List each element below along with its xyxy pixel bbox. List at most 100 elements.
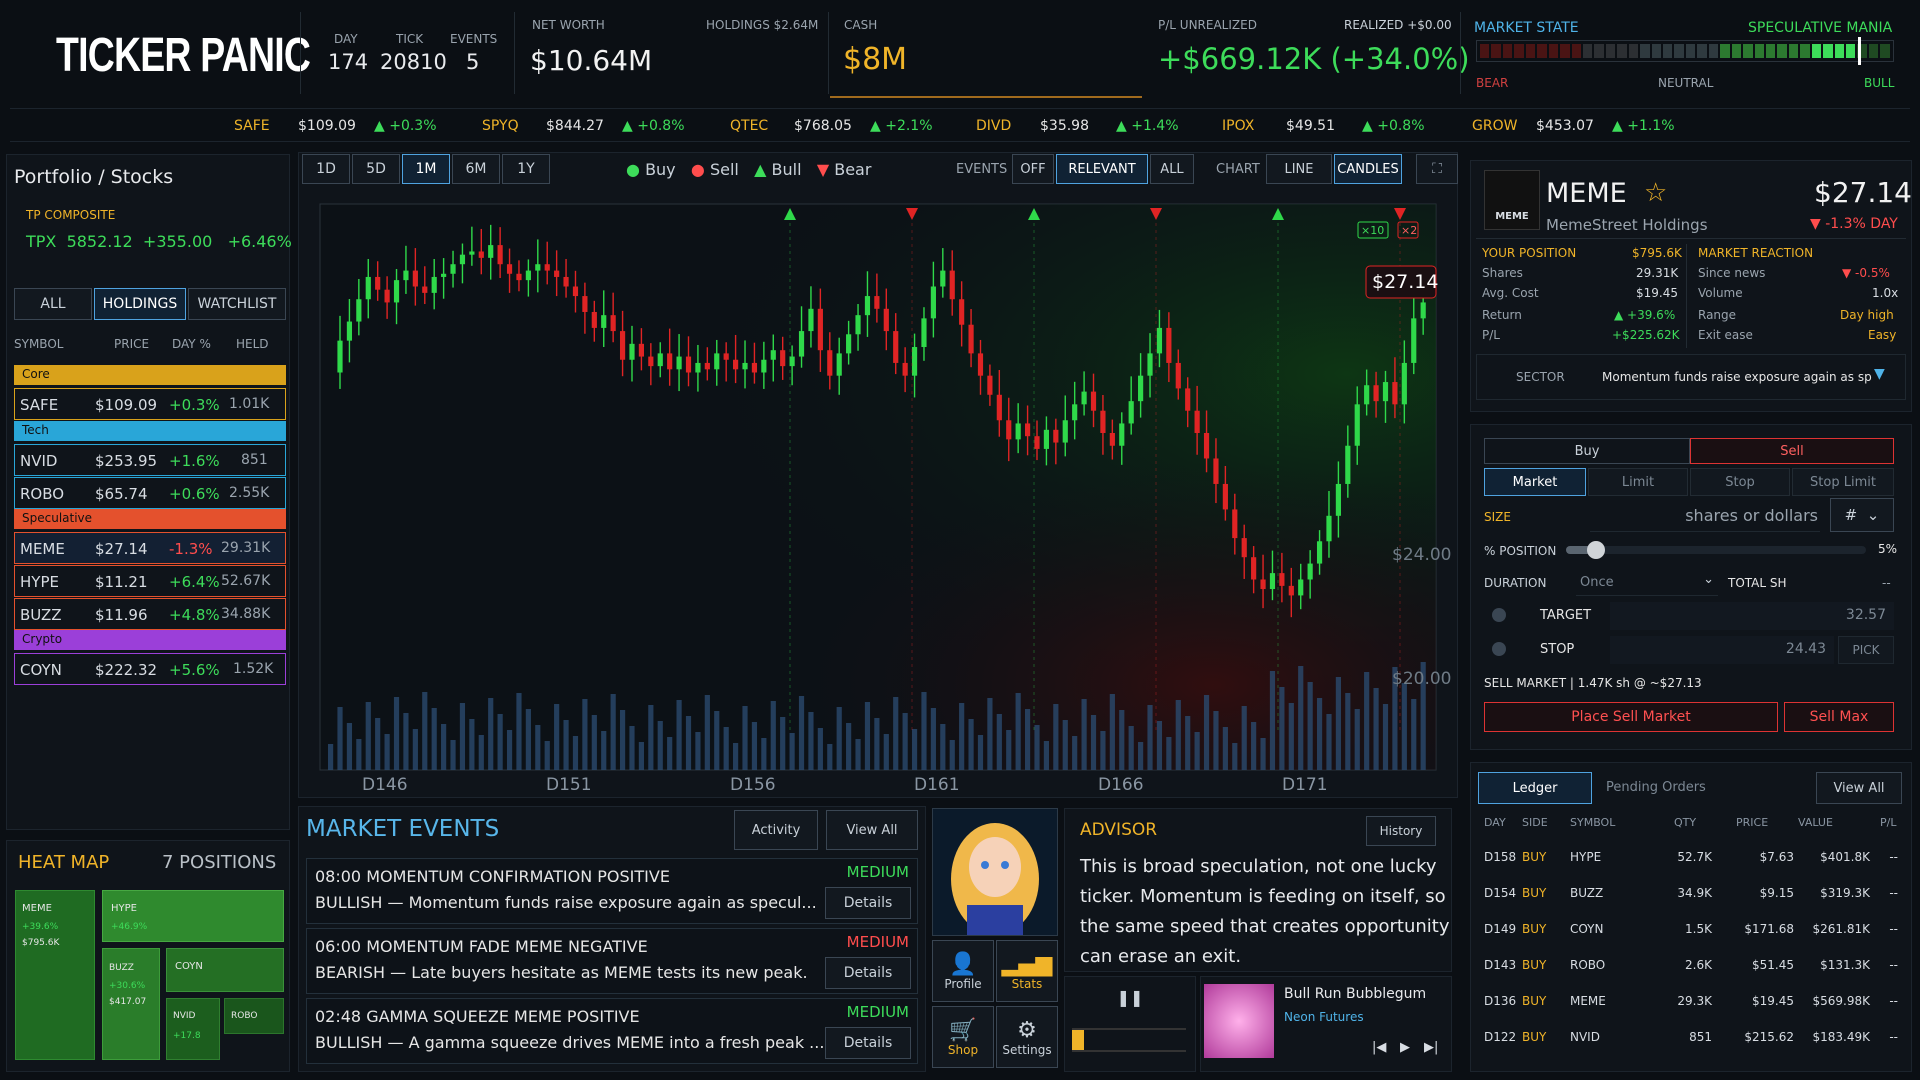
events-off[interactable]: OFF [1012,154,1054,184]
size-unit-select[interactable]: # ⌄ [1830,498,1894,532]
col-day: DAY [1484,816,1506,829]
view-all-events-button[interactable]: View All [826,810,918,850]
prev-track-icon[interactable]: |◀ [1372,1040,1386,1055]
ledger-row[interactable]: D149 BUY COYN 1.5K $171.68 $261.81K -- [1478,922,1908,942]
candle-body [1128,401,1134,424]
sell-max-button[interactable]: Sell Max [1784,702,1894,732]
pick-button[interactable]: PICK [1838,636,1894,664]
settings-button[interactable]: ⚙ Settings [996,1006,1058,1068]
order-type-stop[interactable]: Stop [1690,468,1790,496]
ledger-cell: BUZZ [1570,886,1604,900]
pending-orders-tab[interactable]: Pending Orders [1606,780,1706,795]
candle-body [1411,318,1417,363]
candle-body [817,308,823,351]
tab-holdings[interactable]: HOLDINGS [94,288,186,320]
meter-segment [1663,44,1673,58]
holding-row[interactable]: BUZZ $11.96 +4.8% 34.88K [14,598,286,630]
ticker-symbol[interactable]: SPYQ [482,118,519,134]
range-1d[interactable]: 1D [302,154,350,184]
ledger-cell: BUY [1522,994,1547,1008]
holding-row[interactable]: SAFE $109.09 +0.3% 1.01K [14,388,286,420]
volume-bar [676,700,682,770]
ledger-row[interactable]: D136 BUY MEME 29.3K $19.45 $569.98K -- [1478,994,1908,1014]
event-item[interactable]: 08:00 MOMENTUM CONFIRMATION POSITIVE BULL… [306,858,918,924]
order-type-stop-limit[interactable]: Stop Limit [1792,468,1894,496]
profile-button[interactable]: 👤 Profile [932,940,994,1002]
ticker-symbol[interactable]: QTEC [730,118,768,134]
shop-button[interactable]: 🛒 Shop [932,1006,994,1068]
events-label: EVENTS [450,32,498,46]
stop-radio[interactable] [1492,642,1506,656]
duration-select[interactable]: Once ⌄ [1576,570,1718,596]
target-input[interactable]: 32.57 [1610,602,1894,630]
ledger-cell: $261.81K [1812,922,1871,936]
event-item[interactable]: 06:00 MOMENTUM FADE MEME NEGATIVE BEARISH… [306,928,918,994]
sector-dropdown-icon[interactable]: ▼ [1874,366,1885,382]
heatmap-tile-nvid[interactable]: NVID +17.8 [166,998,220,1060]
stats-button[interactable]: ▂▄▆ Stats [996,940,1058,1002]
ticker-symbol[interactable]: IPOX [1222,118,1254,134]
range-6m[interactable]: 6M [452,154,500,184]
gear-icon: ⚙ [1017,1017,1037,1043]
volume-slider[interactable] [1072,1028,1186,1052]
next-track-icon[interactable]: ▶| [1424,1040,1438,1055]
volume-bar [733,743,739,770]
size-input[interactable]: shares or dollars [1590,502,1820,532]
play-icon[interactable]: ▶ [1400,1040,1410,1055]
heatmap-tile-meme[interactable]: MEME +39.6% $795.6K [15,890,95,1060]
price-chart[interactable]: ×10 ×2 $24.00 $20.00 $27.14 D146 D151 D156 D161 D… [300,190,1456,798]
ticker-symbol[interactable]: GROW [1472,118,1517,134]
ticker-symbol[interactable]: DIVD [976,118,1011,134]
ledger-cell: $9.15 [1759,886,1794,900]
heatmap-tile-buzz[interactable]: BUZZ +30.6% $417.07 [102,948,160,1060]
range-1m[interactable]: 1M [402,154,450,184]
holding-row[interactable]: NVID $253.95 +1.6% 851 [14,444,286,476]
volume-bar [384,734,390,770]
activity-button[interactable]: Activity [734,810,818,850]
sell-tab[interactable]: Sell [1690,438,1894,464]
x-tick-label: D161 [914,775,960,795]
position-slider[interactable] [1566,541,1866,559]
range-5d[interactable]: 5D [352,154,400,184]
events-relevant[interactable]: RELEVANT [1056,154,1148,184]
target-radio[interactable] [1492,608,1506,622]
volume-bar [441,724,447,770]
favorite-star-icon[interactable]: ☆ [1644,178,1667,208]
holding-row[interactable]: ROBO $65.74 +0.6% 2.55K [14,477,286,509]
ledger-tab[interactable]: Ledger [1478,772,1592,804]
ledger-row[interactable]: D143 BUY ROBO 2.6K $51.45 $131.3K -- [1478,958,1908,978]
stop-input[interactable]: 24.43 [1610,636,1834,664]
candle-body [1006,420,1012,440]
holding-row[interactable]: COYN $222.32 +5.6% 1.52K [14,653,286,685]
heatmap-tile-robo[interactable]: ROBO [224,998,284,1034]
order-type-market[interactable]: Market [1484,468,1586,496]
chart-candles[interactable]: CANDLES [1334,154,1402,184]
events-all[interactable]: ALL [1150,154,1194,184]
volume-bar [808,712,814,770]
ledger-row[interactable]: D122 BUY NVID 851 $215.62 $183.49K -- [1478,1030,1908,1050]
ledger-row[interactable]: D154 BUY BUZZ 34.9K $9.15 $319.3K -- [1478,886,1908,906]
event-item[interactable]: 02:48 GAMMA SQUEEZE MEME POSITIVE BULLISH… [306,998,918,1064]
ledger-view-all-button[interactable]: View All [1816,772,1902,804]
order-type-limit[interactable]: Limit [1588,468,1688,496]
tab-watchlist[interactable]: WATCHLIST [188,288,286,320]
pause-button[interactable]: ❚❚ [1072,982,1188,1012]
event-details-button[interactable]: Details [825,887,911,919]
event-details-button[interactable]: Details [825,1027,911,1059]
holding-row[interactable]: HYPE $11.21 +6.4% 52.67K [14,565,286,597]
volume-bar [450,740,456,770]
chart-line[interactable]: LINE [1266,154,1332,184]
buy-tab[interactable]: Buy [1484,438,1690,464]
ledger-row[interactable]: D158 BUY HYPE 52.7K $7.63 $401.8K -- [1478,850,1908,870]
event-details-button[interactable]: Details [825,957,911,989]
ticker-symbol[interactable]: SAFE [234,118,270,134]
tab-all[interactable]: ALL [14,288,92,320]
candle-body [356,299,362,322]
heatmap-tile-coyn[interactable]: COYN [166,948,284,992]
history-button[interactable]: History [1366,816,1436,846]
holding-row-selected[interactable]: MEME $27.14 -1.3% 29.31K [14,532,286,564]
place-sell-market-button[interactable]: Place Sell Market [1484,702,1778,732]
range-1y[interactable]: 1Y [502,154,550,184]
heatmap-tile-hype[interactable]: HYPE +46.9% [102,890,284,942]
expand-chart-button[interactable]: ⛶ [1416,154,1458,184]
